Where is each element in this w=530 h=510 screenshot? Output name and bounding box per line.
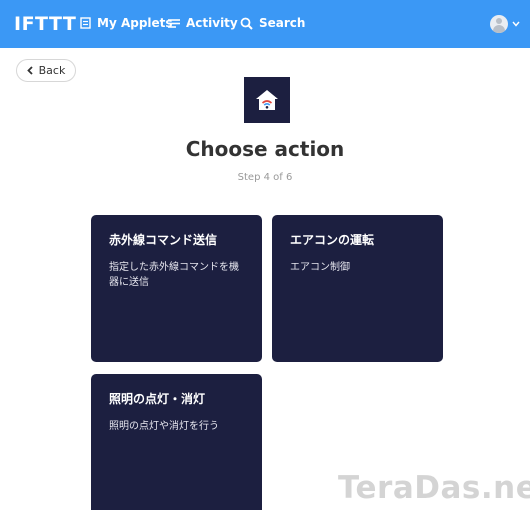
back-button[interactable]: Back	[16, 59, 76, 82]
action-card-description: 照明の点灯や消灯を行う	[109, 421, 219, 432]
nav-activity[interactable]: Activity	[168, 16, 238, 30]
back-button-label: Back	[38, 64, 66, 77]
watermark: TeraDas.net	[338, 470, 530, 506]
action-card-description: 指定した赤外線コマンドを機器に送信	[109, 262, 239, 288]
nav-my-applets[interactable]: My Applets	[80, 16, 173, 30]
action-card-ir-command[interactable]: 赤外線コマンド送信 指定した赤外線コマンドを機器に送信	[91, 215, 262, 362]
page-title: Choose action	[185, 137, 345, 161]
search-icon	[240, 17, 253, 30]
action-card-aircon[interactable]: エアコンの運転 エアコン制御	[272, 215, 443, 362]
action-card-title: 赤外線コマンド送信	[109, 233, 218, 247]
action-card-lighting[interactable]: 照明の点灯・消灯 照明の点灯や消灯を行う	[91, 374, 262, 510]
nav-my-applets-label: My Applets	[97, 16, 173, 30]
avatar	[490, 15, 508, 33]
applets-icon	[80, 17, 91, 29]
top-nav-bar: IFTTT My Applets Activity Search	[0, 0, 530, 48]
action-card-description: エアコン制御	[290, 262, 350, 273]
action-card-title: 照明の点灯・消灯	[109, 392, 206, 406]
home-wifi-icon	[256, 90, 278, 110]
ifttt-logo[interactable]: IFTTT	[14, 13, 76, 35]
activity-list-icon	[168, 18, 180, 28]
chevron-down-icon	[512, 21, 520, 27]
nav-search[interactable]: Search	[240, 16, 305, 30]
chevron-left-icon	[26, 66, 33, 75]
action-card-title: エアコンの運転	[290, 233, 375, 247]
nav-search-label: Search	[259, 16, 306, 30]
step-indicator: Step 4 of 6	[237, 172, 293, 183]
service-logo	[244, 77, 290, 123]
nav-activity-label: Activity	[186, 16, 238, 30]
account-menu[interactable]	[490, 15, 520, 33]
